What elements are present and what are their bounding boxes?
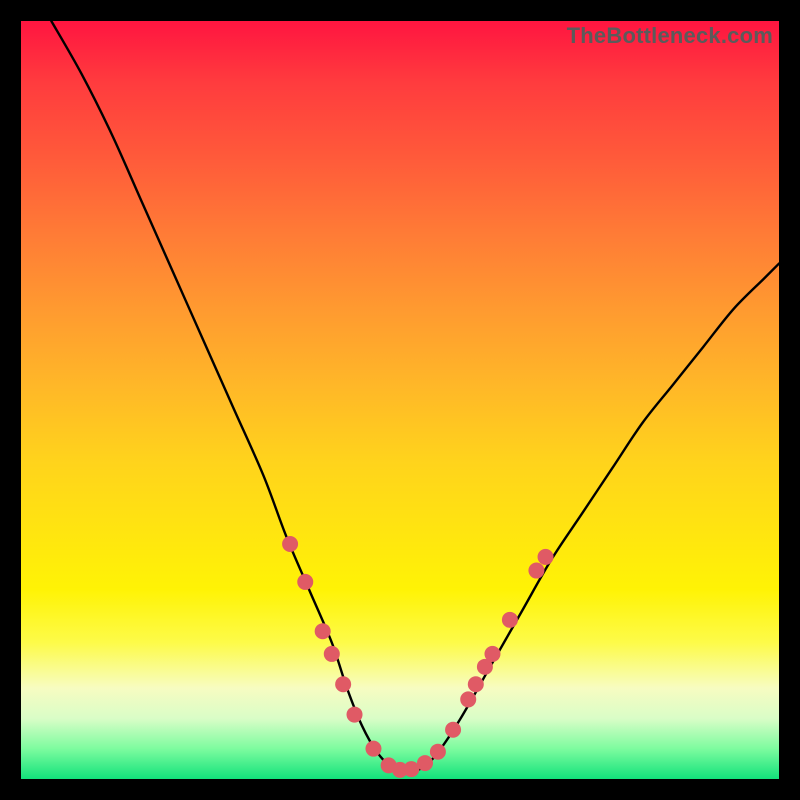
curve-marker [468,676,484,692]
curve-marker [324,646,340,662]
curve-marker [417,755,433,771]
curve-marker [347,707,363,723]
curve-marker [403,761,419,777]
curve-marker [335,676,351,692]
bottleneck-curve [51,21,779,771]
curve-marker [528,563,544,579]
curve-marker [282,536,298,552]
curve-marker [484,646,500,662]
curve-marker [315,623,331,639]
curve-marker [538,549,554,565]
chart-plot [21,21,779,779]
chart-frame: TheBottleneck.com [21,21,779,779]
curve-marker [445,722,461,738]
curve-marker [297,574,313,590]
curve-marker [430,744,446,760]
curve-marker [502,612,518,628]
curve-marker [365,741,381,757]
curve-marker [460,691,476,707]
curve-markers [282,536,553,778]
